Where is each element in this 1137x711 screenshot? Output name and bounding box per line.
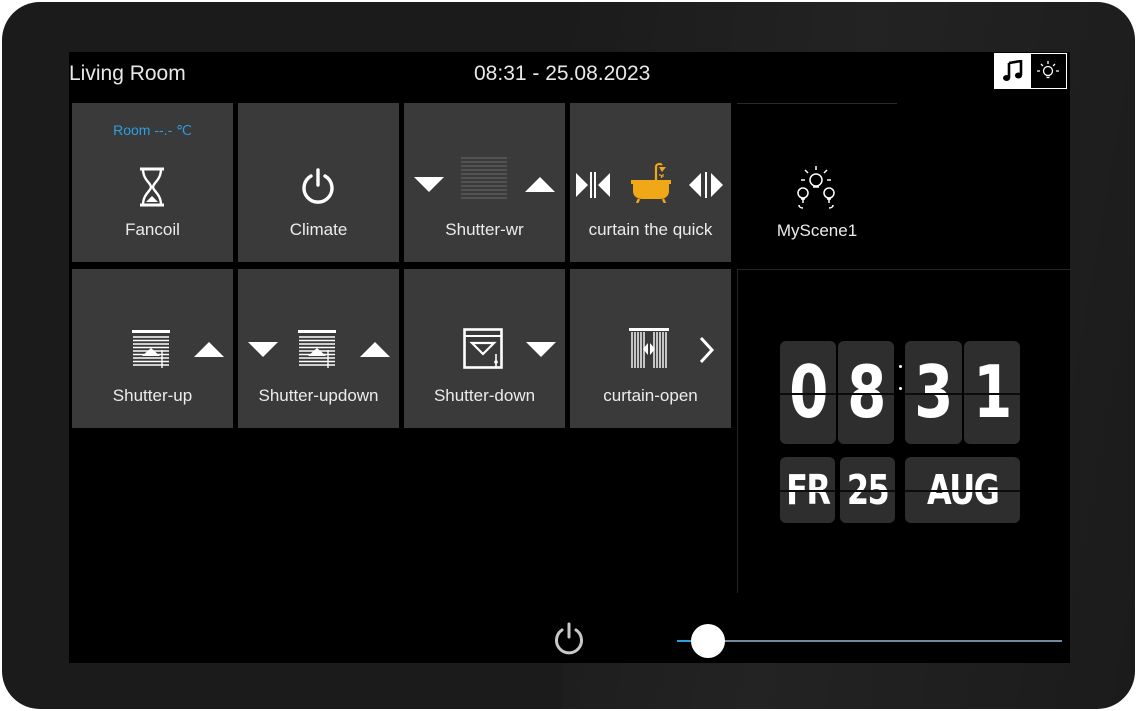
tile-shutter-down[interactable]: Shutter-down: [404, 269, 565, 428]
hourglass-icon: [140, 167, 164, 207]
music-note-icon[interactable]: [995, 54, 1031, 88]
device-bezel: Living Room 08:31 - 25.08.2023 Room --.-…: [2, 2, 1135, 709]
arrow-down-icon[interactable]: [526, 342, 556, 358]
tile-label: MyScene1: [776, 221, 858, 240]
shutter-down-icon: [463, 328, 503, 369]
tile-label: Shutter-wr: [445, 220, 524, 239]
scene-bulbs-icon: [797, 166, 835, 209]
power-icon: [302, 168, 334, 204]
clock-day: 25: [840, 457, 895, 523]
tile-label: Shutter-up: [112, 386, 193, 405]
arrow-up-icon[interactable]: [194, 342, 224, 358]
room-temperature: Room --.- ℃: [113, 122, 192, 138]
tile-label: curtain-open: [603, 386, 698, 405]
clock-month: AUG: [905, 457, 1020, 523]
arrow-down-icon[interactable]: [414, 177, 444, 193]
tile-label: Shutter-updown: [258, 386, 379, 405]
chevron-right-icon[interactable]: [698, 336, 716, 364]
tile-label: Shutter-down: [433, 386, 536, 405]
tile-shutter-wr[interactable]: Shutter-wr: [404, 103, 565, 262]
dimmer-slider[interactable]: [677, 624, 1062, 660]
clock-hour-ones: 8: [838, 341, 894, 444]
tile-shutter-updown[interactable]: Shutter-updown: [238, 269, 399, 428]
clock-minute-tens: 3: [905, 341, 962, 444]
light-bulb-icon[interactable]: [1030, 54, 1066, 88]
blind-icon: [461, 157, 507, 199]
clock-colon: [899, 365, 903, 393]
shutter-icon: [298, 330, 336, 368]
slider-knob[interactable]: [690, 624, 725, 658]
tile-curtain-the-quick[interactable]: curtain the quick: [570, 103, 731, 262]
tile-climate[interactable]: Climate: [238, 103, 399, 262]
arrow-up-icon[interactable]: [525, 177, 555, 193]
tile-label: curtain the quick: [588, 220, 713, 239]
clock-minute-ones: 1: [964, 341, 1020, 444]
shutter-icon: [132, 330, 170, 368]
curtain-open-icon[interactable]: [689, 172, 723, 198]
arrow-up-icon[interactable]: [360, 342, 390, 358]
tile-label: Fancoil: [125, 220, 180, 239]
tile-fancoil[interactable]: Room --.- ℃ Fancoil: [72, 103, 233, 262]
slider-track[interactable]: [677, 640, 1062, 642]
tile-myscene1[interactable]: MyScene1: [737, 103, 897, 264]
clock-weekday: FR: [780, 457, 835, 523]
header-datetime: 08:31 - 25.08.2023: [474, 62, 651, 85]
tile-shutter-up[interactable]: Shutter-up: [72, 269, 233, 428]
touch-screen: Living Room 08:31 - 25.08.2023 Room --.-…: [69, 52, 1070, 663]
arrow-down-icon[interactable]: [248, 342, 278, 358]
power-icon[interactable]: [551, 621, 587, 657]
bathtub-icon: [631, 162, 671, 203]
tile-curtain-open[interactable]: curtain-open: [570, 269, 731, 428]
mode-toggle[interactable]: [994, 53, 1067, 89]
curtain-icon: [629, 328, 669, 368]
tile-label: Climate: [289, 220, 348, 239]
curtain-close-icon[interactable]: [576, 172, 610, 198]
clock-hour-tens: 0: [780, 341, 836, 444]
room-title: Living Room: [69, 62, 186, 85]
